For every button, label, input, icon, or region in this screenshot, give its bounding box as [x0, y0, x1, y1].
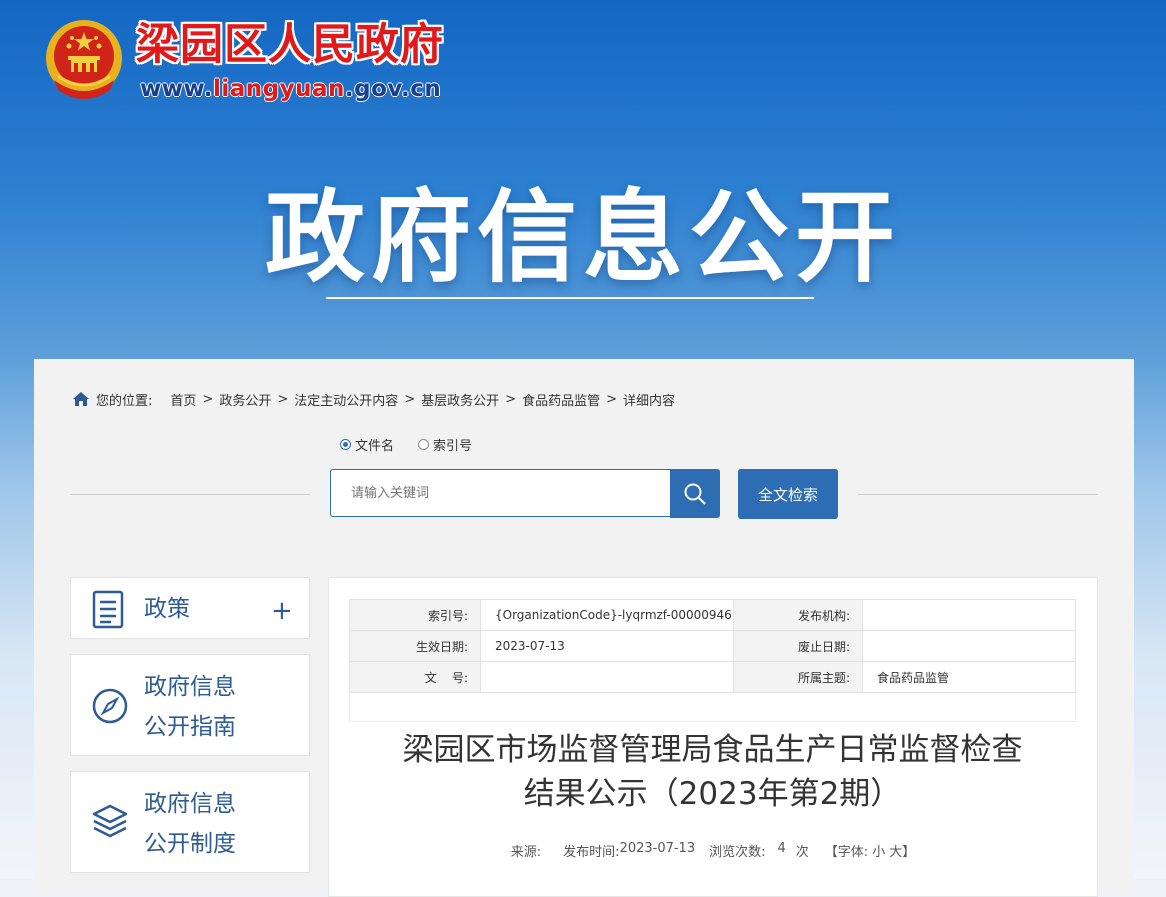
- breadcrumb-separator: >: [505, 391, 517, 407]
- topic-label: 所属主题:: [733, 661, 863, 693]
- breadcrumb-statutory[interactable]: 法定主动公开内容: [294, 390, 398, 409]
- search-icon: [684, 483, 706, 505]
- doc-no-label: 文 号:: [349, 661, 481, 693]
- breadcrumb-separator: >: [606, 391, 617, 407]
- metadata-footer: [349, 692, 1076, 722]
- font-size-label: 【字体:: [824, 845, 869, 860]
- breadcrumb-separator: >: [404, 391, 416, 407]
- search-button[interactable]: [670, 469, 720, 518]
- breadcrumb-detail[interactable]: 详细内容: [623, 390, 675, 409]
- breadcrumb: 您的位置: 首页 > 政务公开 > 法定主动公开内容 > 基层政务公开 > 食品…: [72, 389, 675, 409]
- national-emblem-icon: [46, 20, 122, 99]
- fulltext-search-button[interactable]: 全文检索: [738, 469, 838, 519]
- breadcrumb-gov-affairs[interactable]: 政务公开: [219, 390, 271, 409]
- metadata-table: 索引号: {OrganizationCode}-lyqrmzf-00000946…: [349, 599, 1076, 693]
- table-row: 索引号: {OrganizationCode}-lyqrmzf-00000946…: [349, 599, 1076, 631]
- publish-time-label: 发布时间:: [563, 845, 620, 860]
- layers-icon: [92, 804, 128, 838]
- views-count: 4: [777, 841, 786, 856]
- radio-filename-label: 文件名: [355, 439, 395, 454]
- radio-index-no-label: 索引号: [433, 439, 473, 454]
- effective-date-label: 生效日期:: [349, 630, 481, 662]
- hero-title: 政府信息公开: [265, 179, 901, 296]
- sidebar-item-guide-line1: 政府信息: [144, 674, 236, 700]
- abolish-date-value: [862, 630, 1076, 662]
- font-small-button[interactable]: 小: [872, 841, 885, 860]
- views-unit: 次: [795, 845, 809, 860]
- article-title-line1: 梁园区市场监督管理局食品生产日常监督检查: [402, 732, 1023, 768]
- article-title: 梁园区市场监督管理局食品生产日常监督检查 结果公示（2023年第2期）: [350, 728, 1075, 816]
- table-row: 生效日期: 2023-07-13 废止日期:: [349, 630, 1076, 662]
- compass-icon: [92, 688, 128, 724]
- index-no-value: {OrganizationCode}-lyqrmzf-00000946: [480, 599, 734, 631]
- breadcrumb-separator: >: [277, 391, 289, 407]
- publisher-value: [862, 599, 1076, 631]
- doc-no-value: [480, 661, 734, 693]
- radio-filename-dot[interactable]: [340, 439, 351, 450]
- publisher-label: 发布机构:: [733, 599, 863, 631]
- views-label: 浏览次数:: [709, 845, 766, 860]
- abolish-date-label: 废止日期:: [733, 630, 863, 662]
- site-url-prefix: www.: [140, 76, 214, 102]
- sidebar-item-disclosure-guide[interactable]: 政府信息 公开指南: [70, 654, 310, 756]
- article-title-line2: 结果公示（2023年第2期）: [523, 776, 902, 812]
- topic-value: 食品药品监管: [862, 661, 1076, 693]
- table-row: 文 号: 所属主题: 食品药品监管: [349, 661, 1076, 693]
- breadcrumb-separator: >: [202, 391, 214, 407]
- home-icon: [73, 392, 89, 406]
- sidebar-item-policy[interactable]: 政策 +: [70, 577, 310, 639]
- sidebar-item-guide-line2: 公开指南: [144, 714, 236, 740]
- article-info: 来源: 发布时间: 2023-07-13 浏览次数: 4 次 【字体: 小 大 …: [330, 841, 1096, 860]
- sidebar-item-system-line2: 公开制度: [144, 831, 236, 857]
- breadcrumb-label: 您的位置:: [96, 393, 153, 409]
- breadcrumb-grassroots[interactable]: 基层政务公开: [421, 390, 499, 409]
- radio-filename[interactable]: 文件名: [340, 435, 394, 454]
- site-url-suffix: .gov.cn: [344, 76, 442, 102]
- search-input[interactable]: [330, 469, 670, 517]
- search-type-radios: 文件名 索引号: [340, 435, 472, 454]
- index-no-label: 索引号:: [349, 599, 481, 631]
- sidebar-item-disclosure-system[interactable]: 政府信息 公开制度: [70, 771, 310, 873]
- divider-right: [858, 494, 1098, 495]
- hero-underline: [326, 297, 814, 299]
- document-icon: [92, 590, 124, 629]
- effective-date-value: 2023-07-13: [480, 630, 734, 662]
- font-size-close: 】: [902, 845, 916, 860]
- site-url-domain: liangyuan: [213, 76, 345, 102]
- sidebar-item-system-line1: 政府信息: [144, 791, 236, 817]
- breadcrumb-home[interactable]: 首页: [170, 390, 196, 409]
- site-name[interactable]: 梁园区人民政府: [136, 20, 444, 70]
- radio-index-no[interactable]: 索引号: [418, 435, 472, 454]
- radio-index-no-dot[interactable]: [418, 439, 430, 450]
- expand-plus-icon[interactable]: +: [271, 598, 293, 624]
- sidebar-item-policy-label: 政策: [144, 596, 190, 622]
- source-label: 来源:: [510, 845, 542, 860]
- breadcrumb-food-drug[interactable]: 食品药品监管: [522, 390, 600, 409]
- font-big-button[interactable]: 大: [889, 841, 902, 860]
- publish-time-value: 2023-07-13: [619, 841, 696, 856]
- divider-left: [70, 494, 310, 495]
- site-url[interactable]: www.liangyuan.gov.cn: [140, 76, 441, 102]
